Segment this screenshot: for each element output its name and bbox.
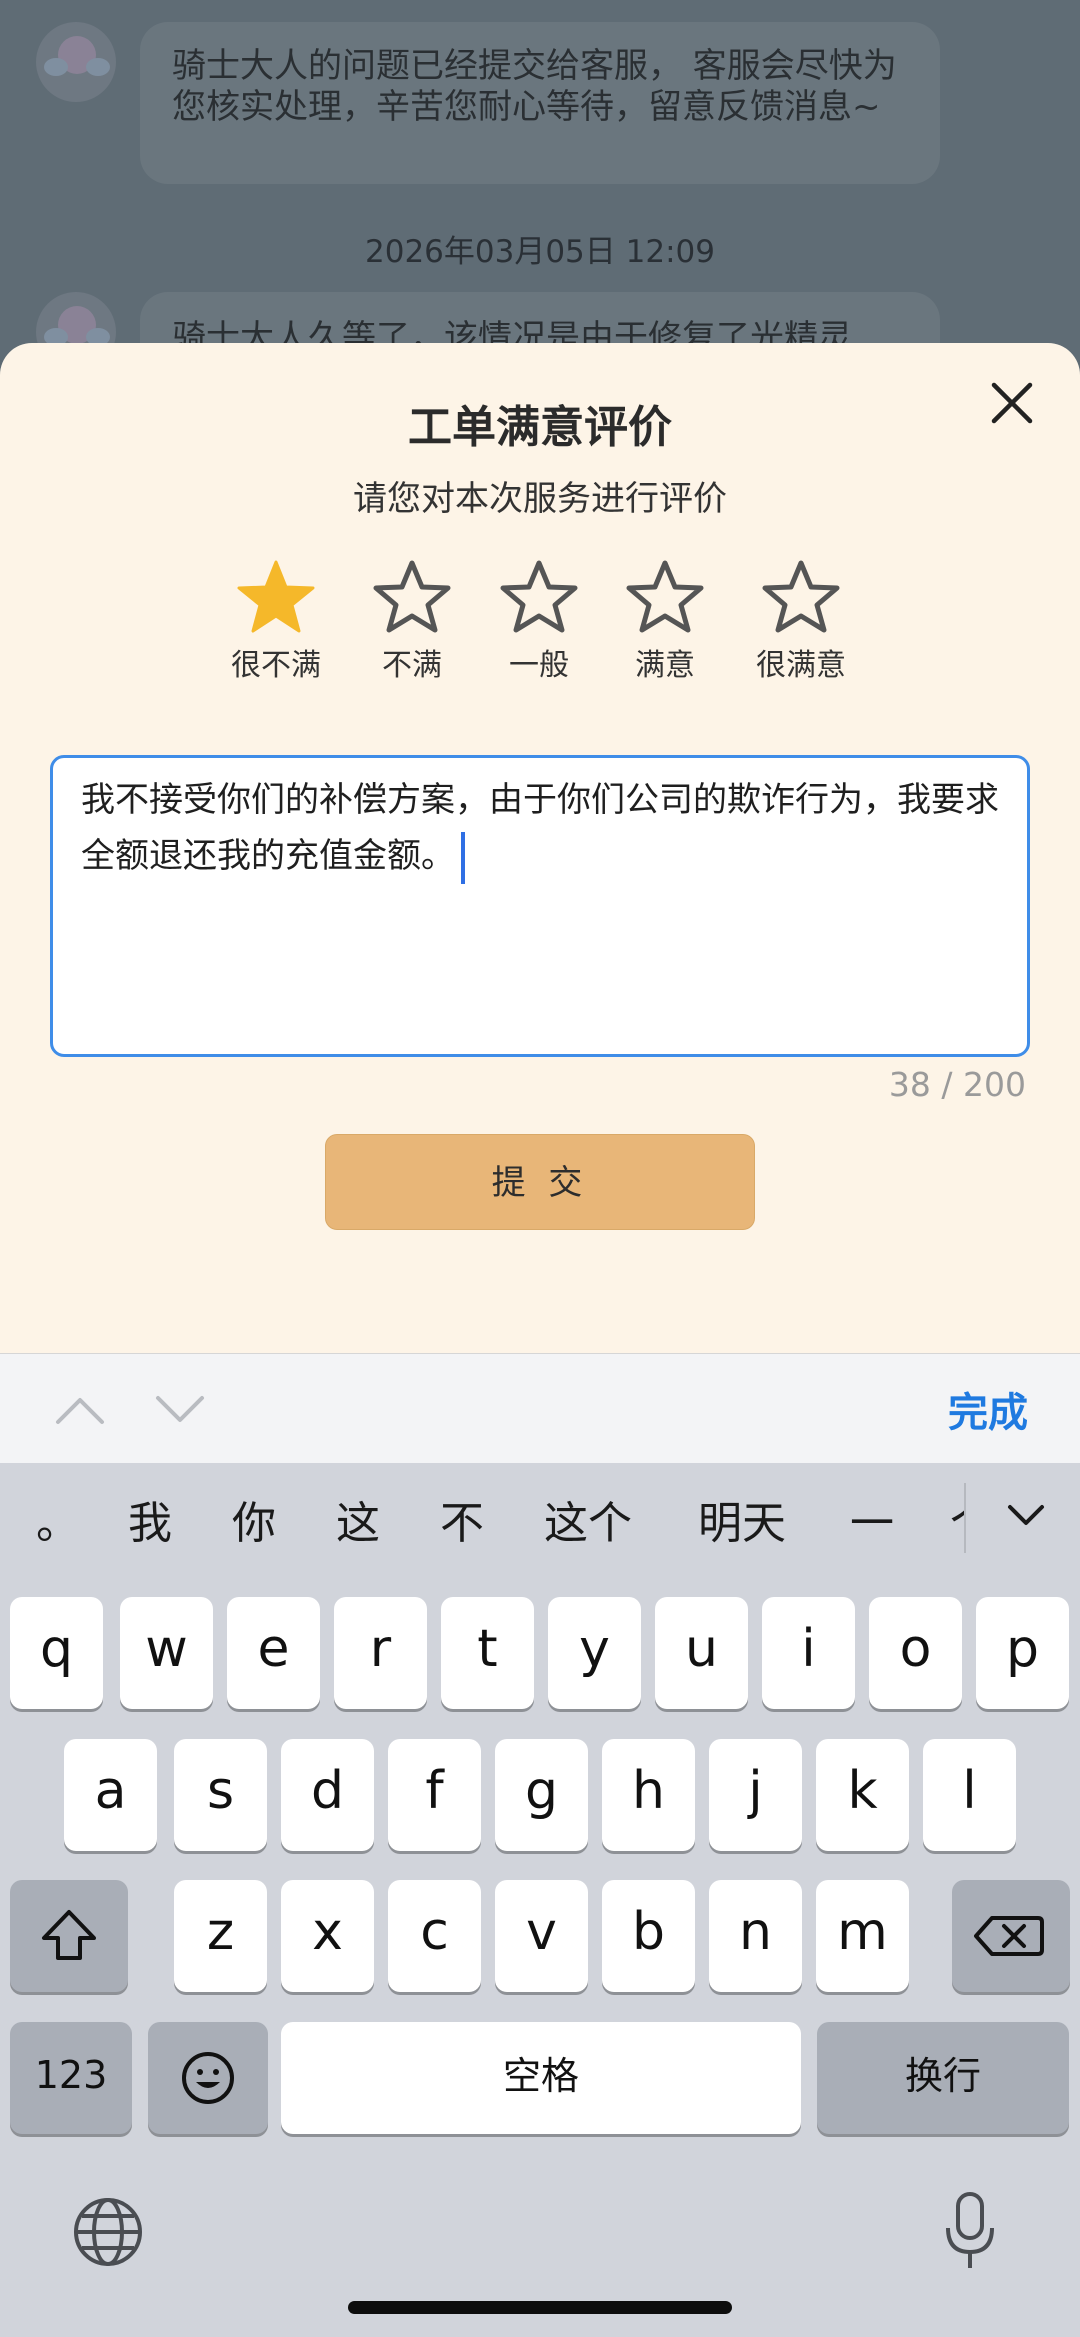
globe-icon (74, 2198, 142, 2266)
next-field-button[interactable] (150, 1384, 210, 1434)
chat-timestamp: 2026年03月05日 12:09 (365, 234, 715, 270)
keyboard: 。 我 你 这 不 这个 明天 一 个 q w e r t y u i o p … (0, 1463, 1080, 2337)
candidate-word[interactable]: 我 (128, 1487, 172, 1551)
character-counter: 38 / 200 (888, 1065, 1026, 1104)
key-a[interactable]: a (64, 1739, 157, 1851)
star-outline-icon (626, 560, 704, 633)
candidate-word[interactable]: 。 (36, 1487, 80, 1551)
microphone-icon (946, 2192, 994, 2268)
candidate-bar: 。 我 你 这 不 这个 明天 一 个 (0, 1463, 1080, 1573)
sheet-subtitle: 请您对本次服务进行评价 (353, 479, 727, 519)
candidate-word[interactable]: 明天 (698, 1487, 786, 1551)
key-k[interactable]: k (816, 1739, 909, 1851)
keyboard-accessory-bar: 完成 (0, 1353, 1080, 1463)
star-rating-3[interactable]: 一般 (479, 558, 599, 684)
language-switch-button[interactable] (70, 2194, 146, 2270)
key-l[interactable]: l (923, 1739, 1016, 1851)
key-q[interactable]: q (10, 1597, 103, 1709)
satisfaction-sheet: 工单满意评价 请您对本次服务进行评价 很不满 不满 一般 满意 很满意 我不接受… (0, 343, 1080, 1353)
candidate-word[interactable]: 这个 (544, 1487, 632, 1551)
key-t[interactable]: t (441, 1597, 534, 1709)
candidate-word[interactable]: 这 (336, 1487, 380, 1551)
key-b[interactable]: b (602, 1880, 695, 1992)
emoji-icon (182, 2052, 234, 2104)
star-label: 很不满 (231, 648, 321, 683)
return-key[interactable]: 换行 (817, 2022, 1069, 2134)
star-filled-icon (237, 560, 315, 633)
shift-key[interactable] (10, 1880, 128, 1992)
key-p[interactable]: p (976, 1597, 1069, 1709)
key-f[interactable]: f (388, 1739, 481, 1851)
key-e[interactable]: e (227, 1597, 320, 1709)
star-rating-5[interactable]: 很满意 (741, 558, 861, 684)
chevron-up-icon (56, 1398, 104, 1424)
dictation-button[interactable] (940, 2188, 1000, 2272)
star-rating-4[interactable]: 满意 (605, 558, 725, 684)
chevron-down-icon (156, 1396, 204, 1422)
key-d[interactable]: d (281, 1739, 374, 1851)
candidate-word[interactable]: 一 (850, 1487, 894, 1551)
chat-message: 骑士大人的问题已经提交给客服， 客服会尽快为您核实处理，辛苦您耐心等待，留意反馈… (140, 22, 940, 184)
key-i[interactable]: i (762, 1597, 855, 1709)
star-rating-2[interactable]: 不满 (352, 558, 472, 684)
backspace-icon (974, 1916, 1044, 1956)
candidate-word[interactable]: 你 (232, 1487, 276, 1551)
space-key[interactable]: 空格 (281, 2022, 801, 2134)
star-label: 不满 (382, 648, 442, 683)
key-z[interactable]: z (174, 1880, 267, 1992)
numbers-key[interactable]: 123 (10, 2022, 132, 2134)
sheet-title: 工单满意评价 (408, 402, 672, 453)
candidate-divider (964, 1483, 966, 1553)
key-m[interactable]: m (816, 1880, 909, 1992)
star-label: 很满意 (756, 648, 846, 683)
emoji-key[interactable] (148, 2022, 268, 2134)
key-h[interactable]: h (602, 1739, 695, 1851)
key-o[interactable]: o (869, 1597, 962, 1709)
text-caret (461, 831, 465, 884)
key-r[interactable]: r (334, 1597, 427, 1709)
bot-avatar (36, 22, 116, 102)
star-outline-icon (373, 560, 451, 633)
key-u[interactable]: u (655, 1597, 748, 1709)
expand-candidates-button[interactable] (1002, 1491, 1050, 1539)
key-c[interactable]: c (388, 1880, 481, 1992)
candidate-word[interactable]: 不 (440, 1487, 484, 1551)
submit-button[interactable]: 提 交 (325, 1134, 755, 1230)
key-w[interactable]: w (120, 1597, 213, 1709)
previous-field-button[interactable] (50, 1384, 110, 1434)
chevron-down-icon (1008, 1505, 1044, 1525)
key-y[interactable]: y (548, 1597, 641, 1709)
feedback-textarea[interactable]: 我不接受你们的补偿方案，由于你们公司的欺诈行为，我要求全额退还我的充值金额。 (50, 755, 1030, 1057)
done-button[interactable]: 完成 (948, 1380, 1028, 1438)
key-n[interactable]: n (709, 1880, 802, 1992)
star-outline-icon (500, 560, 578, 633)
backspace-key[interactable] (952, 1880, 1070, 1992)
star-label: 满意 (635, 648, 695, 683)
home-indicator[interactable] (348, 2301, 732, 2314)
star-rating-1[interactable]: 很不满 (216, 558, 336, 684)
feedback-text: 我不接受你们的补偿方案，由于你们公司的欺诈行为，我要求全额退还我的充值金额。 (81, 780, 999, 876)
key-x[interactable]: x (281, 1880, 374, 1992)
close-button[interactable] (982, 373, 1042, 433)
key-g[interactable]: g (495, 1739, 588, 1851)
close-icon (991, 382, 1033, 424)
chat-background: 骑士大人的问题已经提交给客服， 客服会尽快为您核实处理，辛苦您耐心等待，留意反馈… (0, 0, 1080, 402)
star-rating: 很不满 不满 一般 满意 很满意 (0, 558, 1080, 688)
key-s[interactable]: s (174, 1739, 267, 1851)
key-v[interactable]: v (495, 1880, 588, 1992)
star-outline-icon (762, 560, 840, 633)
star-label: 一般 (509, 648, 569, 683)
key-j[interactable]: j (709, 1739, 802, 1851)
candidate-word[interactable]: 个 (950, 1487, 964, 1551)
shift-icon (42, 1910, 96, 1960)
